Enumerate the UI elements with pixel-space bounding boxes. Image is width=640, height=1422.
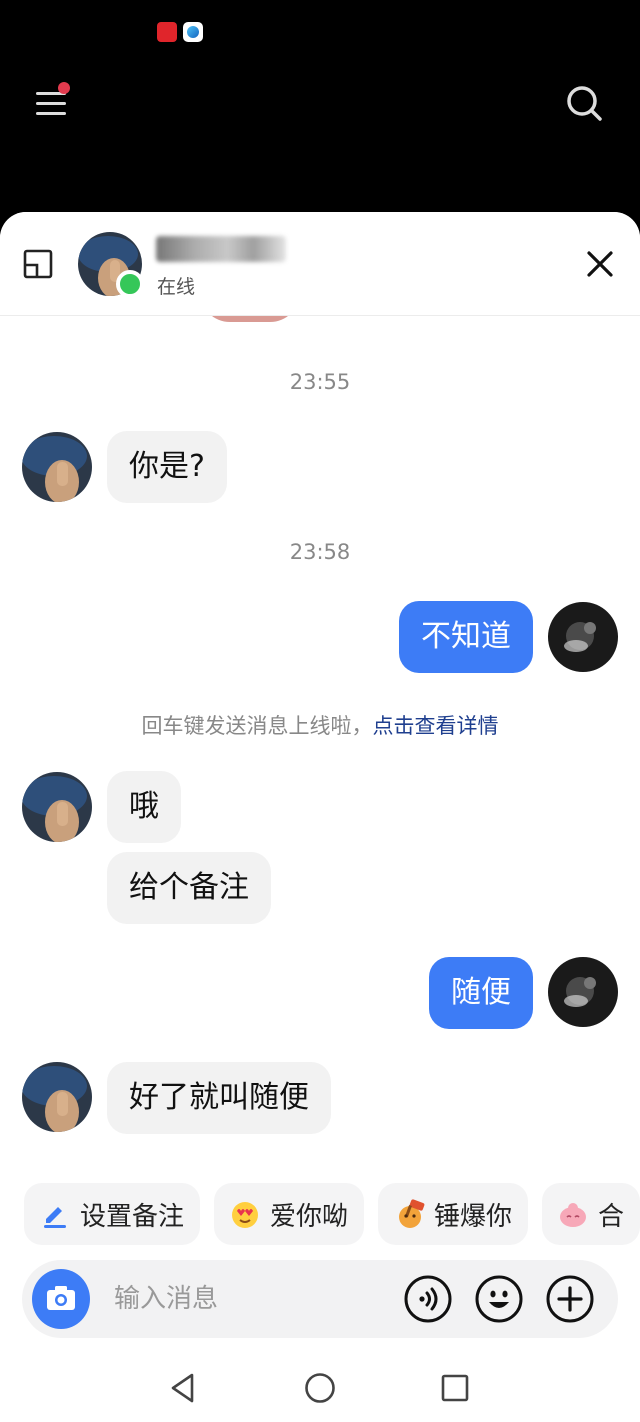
recents-icon[interactable] [437,1370,473,1406]
chip-label: 设置备注 [80,1201,185,1232]
menu-button[interactable] [30,82,74,126]
notification-badge [58,82,70,94]
quick-action-hammer[interactable]: 锤爆你 [378,1183,529,1245]
incoming-message[interactable]: 哦 [107,771,181,843]
browser-notification-icon [183,22,203,42]
search-icon[interactable] [560,80,608,128]
chip-label: 合 [598,1201,625,1232]
message-input[interactable]: 输入消息 [114,1260,218,1338]
status-bar-icons [157,22,203,42]
quick-action-set-remark[interactable]: 设置备注 [24,1183,201,1245]
plus-icon [546,1275,594,1323]
app-notification-icon [157,22,177,42]
outgoing-message[interactable]: 不知道 [399,601,533,673]
voice-icon [404,1275,452,1323]
quick-actions-row: 设置备注 爱你呦 锤爆你 合 [24,1183,640,1245]
back-icon[interactable] [166,1370,202,1406]
home-icon[interactable] [302,1370,338,1406]
notice-details-link[interactable]: 点击查看详情 [373,714,499,738]
camera-button[interactable] [32,1269,90,1329]
chat-header: 在线 [0,212,640,316]
incoming-message[interactable]: 好了就叫随便 [107,1062,331,1134]
emoji-button[interactable] [474,1274,524,1324]
system-navigation-bar [0,1352,640,1422]
incoming-message[interactable]: 你是? [107,431,227,503]
notice-text: 回车键发送消息上线啦， [141,714,373,738]
my-avatar[interactable] [548,602,618,672]
quick-action-love-you[interactable]: 爱你呦 [214,1183,365,1245]
heart-eyes-emoji-icon [230,1199,260,1229]
feature-notice: 回车键发送消息上线啦，点击查看详情 [0,710,640,740]
hammer-emoji-icon [394,1199,425,1229]
chip-label: 爱你呦 [270,1201,349,1232]
message-input-bar: 输入消息 [22,1260,618,1338]
chat-panel: 在线 23:55 你是? 23:58 不知道 回车键发送消息上线啦，点击查看详情… [0,212,640,1422]
more-actions-button[interactable] [545,1274,595,1324]
smiley-icon [475,1275,523,1323]
camera-icon [47,1286,75,1310]
my-avatar[interactable] [548,957,618,1027]
quick-action-fourth[interactable]: 合 [542,1183,640,1245]
top-app-bar [0,0,640,240]
voice-input-button[interactable] [403,1274,453,1324]
close-icon[interactable] [580,244,620,284]
pencil-icon [40,1199,70,1229]
incoming-message[interactable]: 给个备注 [107,852,271,924]
contact-status: 在线 [157,276,196,298]
pink-blob-emoji-icon [558,1199,588,1229]
message-timestamp: 23:55 [289,370,351,394]
online-status-dot [116,270,144,298]
contact-avatar-small[interactable] [22,1062,92,1132]
expand-window-icon[interactable] [22,248,56,282]
message-timestamp: 23:58 [289,540,351,564]
contact-avatar-small[interactable] [22,432,92,502]
chip-label: 锤爆你 [434,1201,513,1232]
contact-name-redacted [156,236,286,262]
outgoing-message[interactable]: 随便 [429,957,533,1029]
contact-avatar-small[interactable] [22,772,92,842]
